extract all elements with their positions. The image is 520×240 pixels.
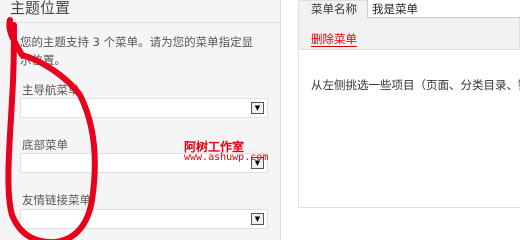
location-label-footer: 底部菜单 <box>22 138 68 152</box>
menu-hint-text: 从左侧挑选一些项目（页面、分类目录、链 <box>311 78 520 92</box>
watermark-url: www.ashuwp.com <box>184 152 269 163</box>
menu-structure-area: 从左侧挑选一些项目（页面、分类目录、链 <box>298 52 520 208</box>
divider <box>0 22 280 23</box>
location-label-friend-links: 友情链接菜单 <box>22 193 91 207</box>
menu-header: 菜单名称 我是菜单 删除菜单 <box>298 0 520 50</box>
friend-links-menu-select[interactable]: ▼ <box>20 209 268 229</box>
panel-description: 您的主题支持 3 个菜单。请为您的菜单指定显示位置。 <box>20 35 254 67</box>
delete-menu-link[interactable]: 删除菜单 <box>311 33 357 47</box>
menu-editor-panel: 菜单名称 我是菜单 删除菜单 从左侧挑选一些项目（页面、分类目录、链 <box>298 0 520 240</box>
menu-name-input[interactable]: 我是菜单 <box>367 0 520 18</box>
location-label-main-nav: 主导航菜单 <box>22 83 80 97</box>
panel-title: 主题位置 <box>10 0 71 17</box>
dropdown-arrow-icon[interactable]: ▼ <box>251 213 264 225</box>
main-nav-menu-select[interactable]: ▼ <box>20 98 268 118</box>
menu-name-label: 菜单名称 <box>311 2 357 16</box>
dropdown-arrow-icon[interactable]: ▼ <box>251 102 264 114</box>
theme-locations-panel: 主题位置 您的主题支持 3 个菜单。请为您的菜单指定显示位置。 主导航菜单 ▼ … <box>0 0 281 240</box>
